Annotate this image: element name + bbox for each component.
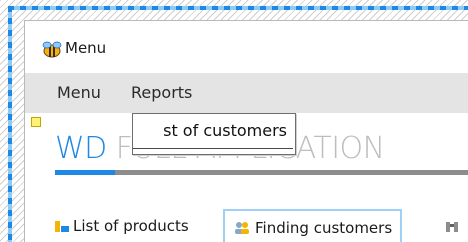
app-window: Menu Menu Reports WD FULL APPLICATION st…	[24, 20, 468, 242]
tab-finding-customers[interactable]: Finding customers	[223, 209, 403, 242]
anchor-handle[interactable]	[31, 117, 41, 127]
menu-item-menu[interactable]: Menu	[55, 81, 103, 104]
brand-divider-bar	[115, 170, 468, 175]
binoculars-icon	[446, 222, 458, 232]
dropdown-item-label: st of customers	[163, 121, 287, 140]
menu-bar: Menu Reports	[25, 73, 468, 113]
brand-title-strong: WD	[55, 131, 107, 166]
tab-bar: List of products Finding customers	[25, 209, 468, 242]
bee-app-icon	[42, 41, 62, 58]
editor-canvas: Menu Menu Reports WD FULL APPLICATION st…	[0, 0, 468, 242]
tab-label: List of products	[73, 217, 189, 235]
window-title: Menu	[65, 39, 107, 57]
reports-dropdown: st of customers	[132, 113, 296, 155]
products-icon	[55, 221, 69, 232]
customers-icon	[235, 222, 249, 234]
menu-item-reports[interactable]: Reports	[129, 81, 194, 104]
dropdown-item-list-of-customers[interactable]: st of customers	[133, 118, 293, 149]
selection-border-left[interactable]	[8, 6, 12, 242]
tab-partial-next[interactable]	[445, 209, 463, 242]
title-bar: Menu	[25, 21, 468, 71]
tab-list-of-products[interactable]: List of products	[55, 209, 189, 242]
selection-border-top[interactable]	[8, 6, 468, 10]
tab-label: Finding customers	[255, 219, 393, 237]
brand-accent-bar	[55, 170, 115, 175]
